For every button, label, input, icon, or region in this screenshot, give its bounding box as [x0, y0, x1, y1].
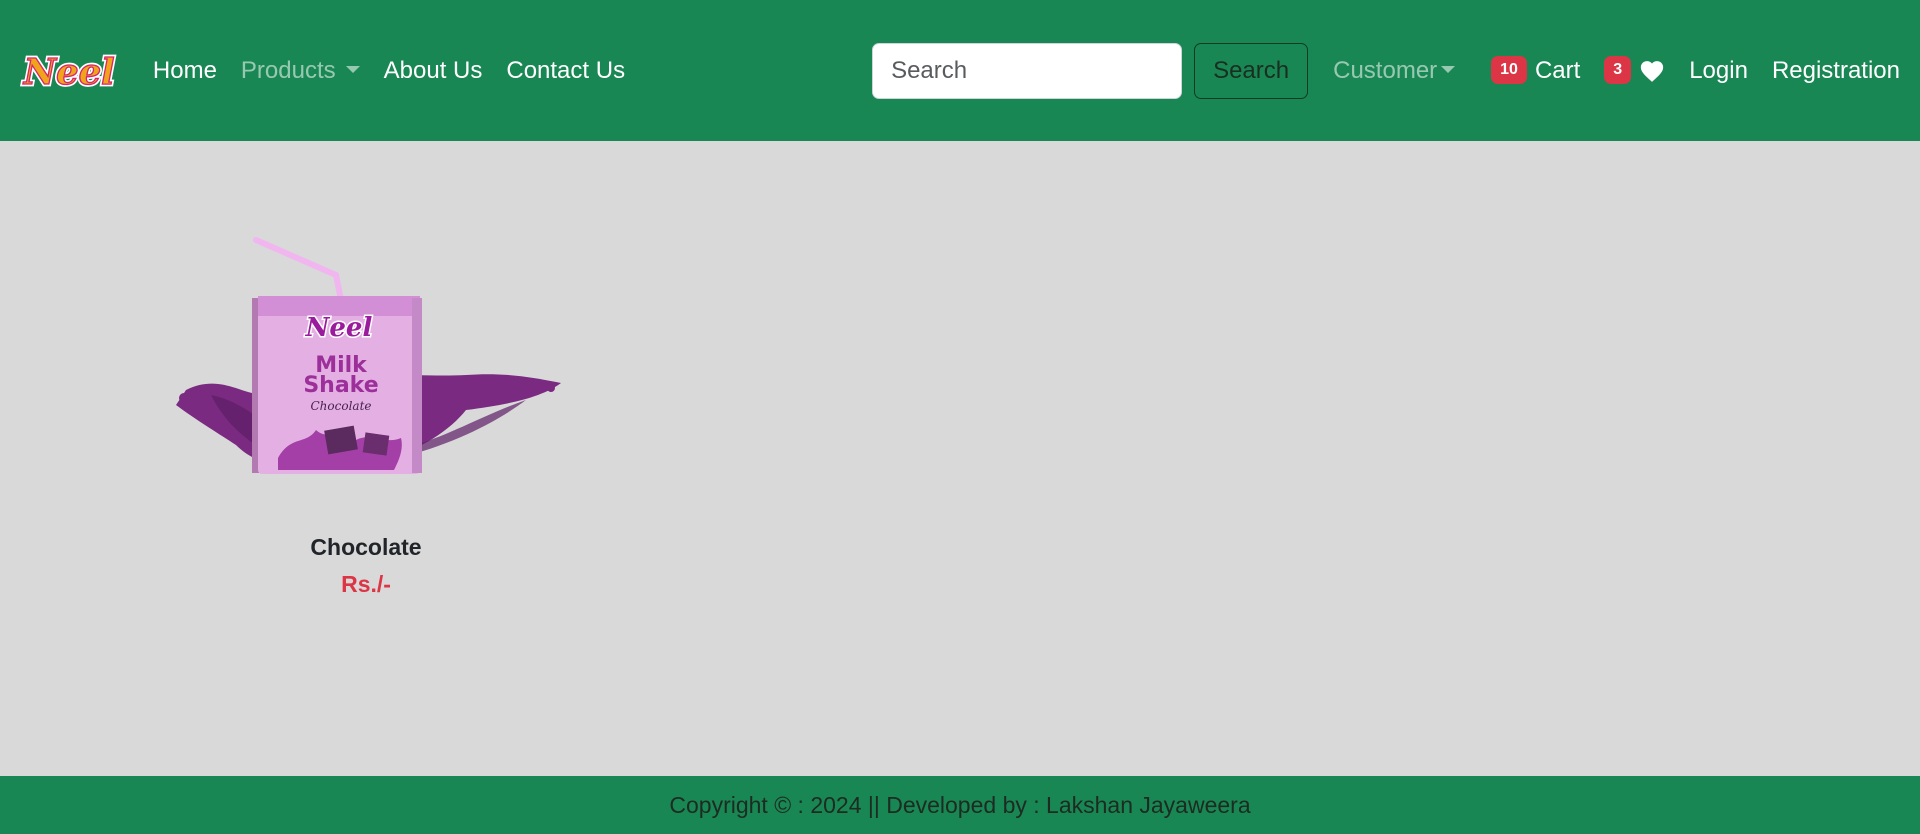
chevron-down-icon — [1441, 65, 1456, 73]
product-card[interactable]: Neel Milk Shake Chocolate Chocolate Rs./… — [150, 200, 582, 598]
cart-count-badge: 10 — [1491, 55, 1527, 84]
cart-label: Cart — [1534, 56, 1581, 84]
chevron-down-icon — [345, 65, 360, 73]
product-image: Neel Milk Shake Chocolate — [176, 237, 561, 474]
footer: Copyright © : 2024 || Developed by : Lak… — [0, 776, 1920, 834]
svg-text:Shake: Shake — [303, 373, 378, 398]
wishlist-link[interactable]: 3 — [1604, 55, 1665, 85]
heart-icon — [1641, 60, 1664, 82]
nav-home[interactable]: Home — [153, 57, 217, 85]
cart-link[interactable]: 10 Cart — [1491, 55, 1581, 85]
customer-dropdown[interactable]: Customer — [1333, 56, 1456, 85]
search-form: Search — [872, 42, 1309, 99]
nav-login[interactable]: Login — [1689, 57, 1748, 85]
nav-registration[interactable]: Registration — [1772, 57, 1900, 85]
product-name[interactable]: Chocolate — [310, 534, 421, 561]
footer-copyright: Copyright © : 2024 || Developed by : Lak… — [669, 791, 1251, 818]
wishlist-count-badge: 3 — [1604, 55, 1632, 84]
nav-contact[interactable]: Contact Us — [506, 57, 625, 85]
nav-products-dropdown[interactable]: Products — [241, 57, 360, 85]
search-button[interactable]: Search — [1194, 42, 1309, 99]
product-price: Rs./- — [341, 571, 391, 597]
svg-text:Chocolate: Chocolate — [311, 399, 372, 413]
svg-text:Neel: Neel — [23, 52, 115, 93]
svg-text:Neel: Neel — [305, 313, 373, 343]
nav-products-label: Products — [240, 56, 336, 84]
brand-logo[interactable]: Neel Neel — [20, 43, 117, 99]
nav-about[interactable]: About Us — [384, 57, 483, 85]
customer-label: Customer — [1333, 56, 1438, 84]
search-input[interactable] — [872, 42, 1183, 99]
navbar: Neel Neel Home Products About Us Contact… — [0, 0, 1920, 141]
